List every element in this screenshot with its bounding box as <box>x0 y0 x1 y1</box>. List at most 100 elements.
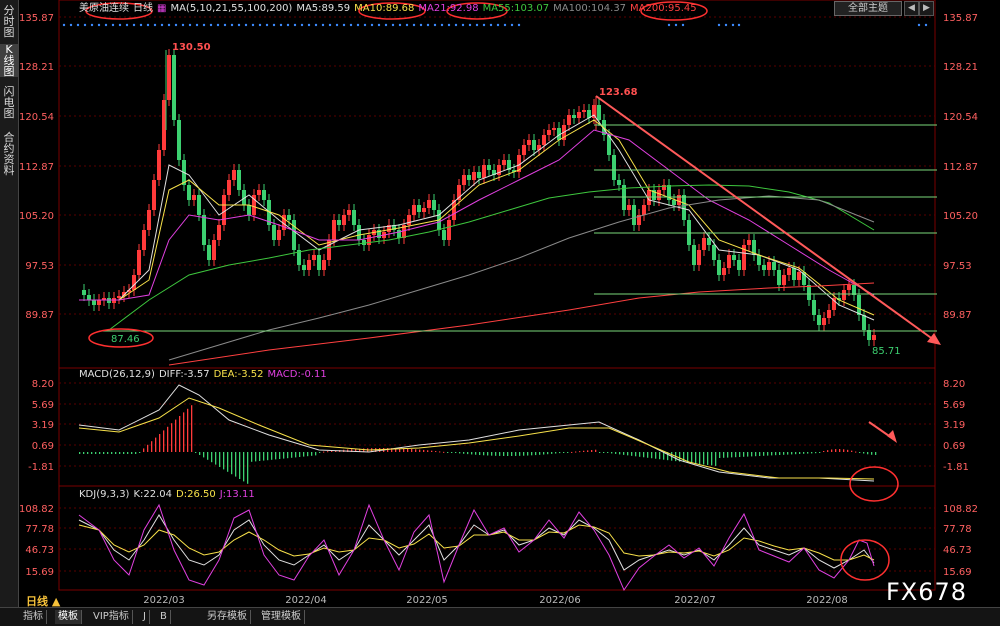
kdj-label-left: 15.69 <box>25 567 54 578</box>
prev-arrow-icon[interactable]: ◀ <box>904 1 919 16</box>
date-label: 2022/06 <box>539 595 581 606</box>
candle-body <box>187 185 191 200</box>
next-arrow-icon[interactable]: ▶ <box>919 1 934 16</box>
macd-bar <box>231 452 233 475</box>
macd-bar <box>835 449 837 452</box>
tab-indicators[interactable]: 指标 <box>20 610 47 624</box>
candle-body <box>167 55 171 100</box>
macd-bar <box>551 452 553 454</box>
kdj-d: D:26.50 <box>176 489 216 500</box>
candle-body <box>92 300 96 305</box>
candle-body <box>632 205 636 225</box>
tab-intraday[interactable]: 分时图 <box>0 5 18 38</box>
price-label-left: 120.54 <box>19 112 54 123</box>
macd-bar <box>311 452 313 456</box>
candle-body <box>132 275 136 290</box>
macd-bar <box>495 452 497 456</box>
event-dot <box>62 23 66 27</box>
macd-bar <box>823 451 825 453</box>
candle-body <box>822 318 826 325</box>
event-dot <box>440 23 444 27</box>
candle-body <box>412 205 416 215</box>
event-dot <box>510 23 514 27</box>
macd-bar <box>323 451 325 453</box>
macd-label-right: 5.69 <box>943 400 965 411</box>
tab-save-template[interactable]: 另存模板 <box>204 610 251 624</box>
tab-kline[interactable]: K线图 <box>0 44 18 77</box>
candle-body <box>617 180 621 185</box>
macd-bar <box>415 449 417 452</box>
candle-body <box>317 255 321 270</box>
tab-manage-template[interactable]: 管理模板 <box>258 610 305 624</box>
event-dot <box>118 23 122 27</box>
tab-vip-indicators[interactable]: VIP指标 <box>90 610 133 624</box>
macd-bar <box>731 452 733 458</box>
tab-j[interactable]: J <box>140 610 150 624</box>
event-dot <box>265 23 269 27</box>
macd-bar <box>787 452 789 455</box>
macd-bar <box>659 452 661 460</box>
candle-body <box>367 235 371 245</box>
macd-bar <box>871 452 873 455</box>
candle-body <box>427 200 431 208</box>
event-dot <box>90 23 94 27</box>
candle-body <box>302 265 306 270</box>
date-label: 2022/03 <box>143 595 185 606</box>
candle-body <box>862 315 866 330</box>
candle-body <box>567 115 571 125</box>
macd-bar <box>527 452 529 456</box>
annotation-circle <box>849 466 899 502</box>
candle-body <box>627 205 631 210</box>
tab-flash[interactable]: 闪电图 <box>0 86 18 119</box>
candle-body <box>757 255 761 265</box>
macd-bar <box>207 452 209 460</box>
macd-bar <box>579 451 581 453</box>
macd-bar <box>475 452 477 455</box>
macd-bar <box>707 452 709 465</box>
event-dot <box>139 23 143 27</box>
event-dot <box>363 23 367 27</box>
ma55-value: MA55:103.07 <box>482 3 550 14</box>
candle-body <box>772 262 776 270</box>
tab-b[interactable]: B <box>157 610 171 624</box>
event-dot <box>349 23 353 27</box>
candle-body <box>432 200 436 210</box>
candle-body <box>547 130 551 135</box>
candle-body <box>597 105 601 120</box>
bottom-toolbar: 指标 模板 VIP指标 J B 另存模板 管理模板 <box>0 607 1000 626</box>
macd-bar <box>115 452 117 454</box>
event-dot <box>244 23 248 27</box>
macd-bar <box>723 452 725 458</box>
high-label-1: 130.50 <box>172 42 211 53</box>
macd-label-right: 8.20 <box>943 379 965 390</box>
candle-body <box>502 160 506 165</box>
macd-bar <box>827 450 829 452</box>
macd-bar <box>87 452 89 454</box>
macd-bar <box>555 452 557 454</box>
macd-bar <box>291 452 293 458</box>
candle-body <box>722 268 726 275</box>
price-label-left: 128.21 <box>19 62 54 73</box>
macd-bar <box>815 452 817 454</box>
candle-body <box>792 268 796 280</box>
tab-template[interactable]: 模板 <box>55 610 82 624</box>
candle-body <box>262 190 266 200</box>
macd-bar <box>767 452 769 456</box>
candle-body <box>467 175 471 180</box>
event-dot <box>356 23 360 27</box>
macd-bar <box>567 452 569 453</box>
candle-body <box>192 195 196 200</box>
macd-bar <box>95 452 97 454</box>
theme-select-button[interactable]: 全部主题 <box>834 1 902 16</box>
macd-bar <box>447 452 449 453</box>
macd-bar <box>803 452 805 454</box>
macd-bar <box>171 423 173 452</box>
tab-contract-info[interactable]: 合约资料 <box>0 132 18 176</box>
ma-label: MA(5,10,21,55,100,200) <box>170 3 293 14</box>
macd-label-right: -1.81 <box>943 462 969 473</box>
event-dot <box>398 23 402 27</box>
event-dot <box>321 23 325 27</box>
price-label-right: 120.54 <box>943 112 978 123</box>
period-tag[interactable]: 日线 <box>133 3 153 14</box>
event-dot <box>412 23 416 27</box>
